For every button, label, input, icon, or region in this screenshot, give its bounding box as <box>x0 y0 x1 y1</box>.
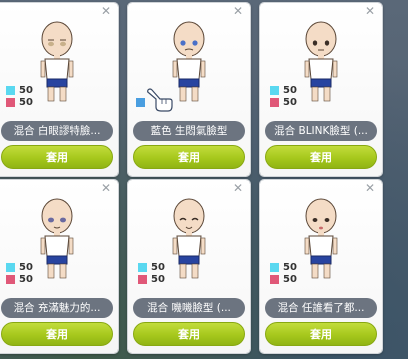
apply-button[interactable]: 套用 <box>133 145 245 169</box>
close-icon[interactable]: ✕ <box>100 182 112 194</box>
face-card: ✕ 50 50 混合 任誰看了都... 套用 <box>260 180 382 353</box>
stat-color-pink <box>270 274 279 284</box>
apply-button[interactable]: 套用 <box>1 145 113 169</box>
stat-value: 50 <box>283 261 297 273</box>
stat-value: 50 <box>283 273 297 285</box>
stat-value: 50 <box>19 261 33 273</box>
face-card: ✕ 50 50 混合 充滿魅力的... 套用 <box>0 180 118 353</box>
stat-list: 50 50 <box>270 84 304 108</box>
stat-value: 50 <box>151 273 165 285</box>
stat-color-cyan <box>6 85 15 95</box>
face-card: ✕ 50 50 混合 白眼謬特臉... 套用 <box>0 3 118 176</box>
apply-button[interactable]: 套用 <box>265 322 377 346</box>
face-name-label: 混合 BLINK臉型 (... <box>265 121 377 141</box>
close-icon[interactable]: ✕ <box>232 5 244 17</box>
face-card: ✕ 50 50 混合 嘰嘰臉型 (... 套用 <box>128 180 250 353</box>
face-card: ✕ 藍色 生悶氣臉型 套用 <box>128 3 250 176</box>
stat-value: 50 <box>283 84 297 96</box>
stat-color-cyan <box>270 262 279 272</box>
face-name-label: 混合 充滿魅力的... <box>1 298 113 318</box>
face-name-label: 藍色 生悶氣臉型 <box>133 121 245 141</box>
stat-value: 50 <box>19 273 33 285</box>
stat-color-pink <box>6 97 15 107</box>
stat-color-pink <box>138 274 147 284</box>
stat-list: 50 50 <box>6 261 40 285</box>
close-icon[interactable]: ✕ <box>364 5 376 17</box>
close-icon[interactable]: ✕ <box>364 182 376 194</box>
color-swatch <box>136 98 145 107</box>
stat-list: 50 50 <box>270 261 304 285</box>
face-name-label: 混合 任誰看了都... <box>265 298 377 318</box>
close-icon[interactable]: ✕ <box>100 5 112 17</box>
apply-button[interactable]: 套用 <box>133 322 245 346</box>
stat-color-cyan <box>138 262 147 272</box>
stat-value: 50 <box>151 261 165 273</box>
stat-value: 50 <box>19 84 33 96</box>
stat-color-pink <box>6 274 15 284</box>
apply-button[interactable]: 套用 <box>1 322 113 346</box>
face-name-label: 混合 白眼謬特臉... <box>1 121 113 141</box>
stat-list: 50 50 <box>6 84 40 108</box>
stat-list: 50 50 <box>138 261 172 285</box>
apply-button[interactable]: 套用 <box>265 145 377 169</box>
stat-value: 50 <box>19 96 33 108</box>
stat-color-cyan <box>6 262 15 272</box>
stat-color-pink <box>270 97 279 107</box>
face-name-label: 混合 嘰嘰臉型 (... <box>133 298 245 318</box>
face-card: ✕ 50 50 混合 BLINK臉型 (... 套用 <box>260 3 382 176</box>
close-icon[interactable]: ✕ <box>232 182 244 194</box>
stat-color-cyan <box>270 85 279 95</box>
stat-value: 50 <box>283 96 297 108</box>
